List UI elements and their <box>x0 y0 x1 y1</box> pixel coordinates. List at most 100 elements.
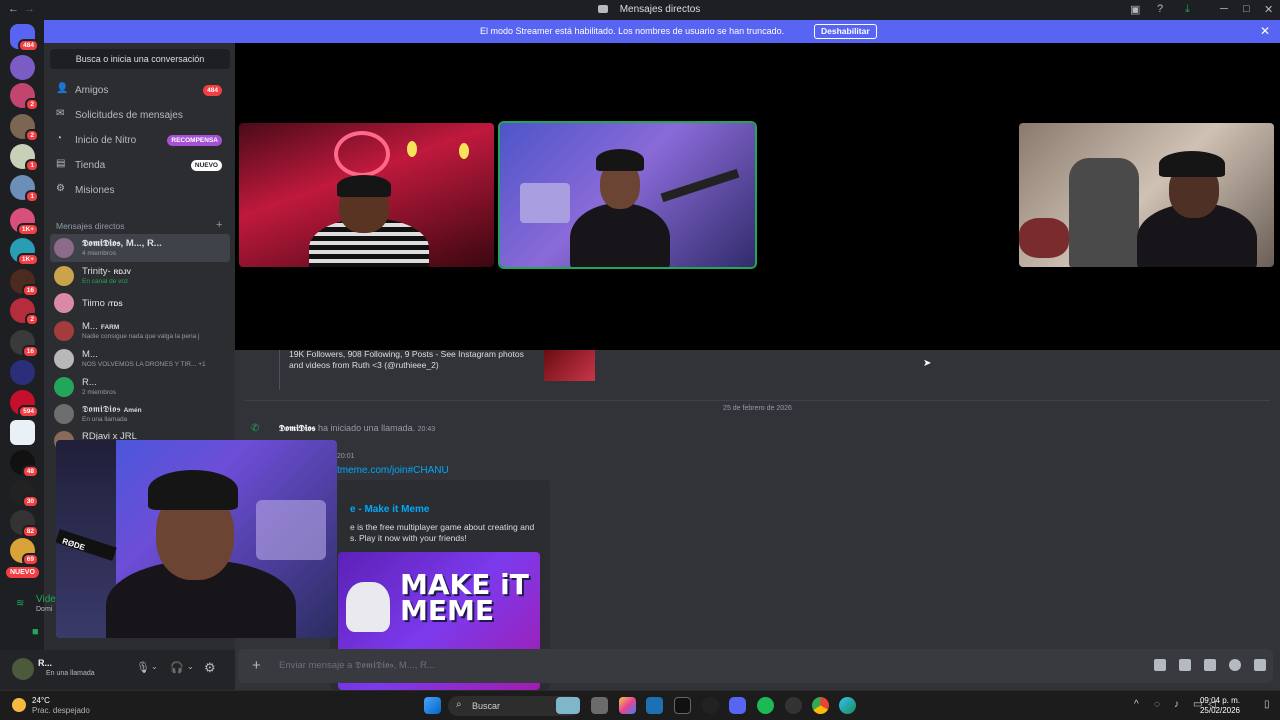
mouse-cursor: ➤ <box>923 358 932 369</box>
streamer-mode-banner: El modo Streamer está habilitado. Los no… <box>44 20 1280 43</box>
video-tile[interactable] <box>1019 123 1274 267</box>
dm-item[interactable]: R... 2 miembros <box>50 373 230 401</box>
server-icon[interactable]: 2 <box>10 298 39 326</box>
taskbar-app-icon[interactable] <box>556 697 580 714</box>
add-attachment-icon[interactable]: + <box>252 657 261 674</box>
server-icon[interactable] <box>10 360 35 385</box>
nav-quests[interactable]: ⚙ Misiones <box>52 180 228 202</box>
close-window-icon[interactable]: ✕ <box>1264 3 1273 16</box>
download-icon[interactable]: ⤓ <box>1185 3 1190 16</box>
server-icon[interactable]: 1K+ <box>10 208 39 236</box>
chevron-up-icon[interactable]: ^ <box>1134 699 1139 710</box>
server-icon[interactable]: 1 <box>10 175 39 203</box>
self-video-preview[interactable]: RØDE <box>56 440 337 638</box>
terminal-icon[interactable] <box>674 697 691 714</box>
server-icon[interactable]: 1K+ <box>10 238 39 266</box>
server-icon[interactable]: 30 <box>10 480 39 508</box>
quest-icon: ⚙ <box>56 183 65 194</box>
server-icon[interactable]: 16 <box>10 269 39 297</box>
tray-app-icon[interactable]: ◌ <box>1154 699 1160 710</box>
close-banner-icon[interactable]: ✕ <box>1260 24 1270 38</box>
spotify-icon[interactable] <box>757 697 774 714</box>
server-icon[interactable]: 1 <box>10 144 39 172</box>
chevron-down-icon[interactable]: ⌄ <box>151 662 158 671</box>
message-composer[interactable]: + Enviar mensaje a 𝕯𝖔𝖒𝖎𝕯𝖎𝖔𝖘, M..., R... <box>238 649 1273 683</box>
maximize-icon[interactable]: □ <box>1243 3 1250 15</box>
weather-widget[interactable]: 24°C Prac. despejado <box>32 696 90 716</box>
microphone-tray-icon[interactable]: ♪ <box>1174 699 1179 710</box>
server-icon[interactable]: 82 <box>10 510 39 538</box>
server-icon[interactable]: 69 <box>10 538 39 566</box>
nav-nitro[interactable]: ◔ Inicio de Nitro RECOMPENSA <box>52 130 228 152</box>
nav-message-requests[interactable]: ✉ Solicitudes de mensajes <box>52 105 228 127</box>
dm-item[interactable]: 𝕯𝖔𝖒𝖎𝕯𝖎𝖔𝖘, M..., R... 4 miembros <box>50 234 230 262</box>
discord-taskbar-icon[interactable] <box>729 697 746 714</box>
dm-item[interactable]: M... FARM Nadie consigue nada que valga l… <box>50 317 230 345</box>
microphone-arm <box>660 168 740 203</box>
create-dm-icon[interactable]: + <box>216 219 222 231</box>
edge-icon[interactable] <box>839 697 856 714</box>
start-button[interactable] <box>424 697 441 714</box>
server-icon[interactable]: 594 <box>10 390 39 418</box>
chrome-icon[interactable] <box>812 697 829 714</box>
taskbar-clock[interactable]: 09:04 p. m. 25/02/2026 <box>1200 696 1240 716</box>
dm-item[interactable]: Tiimo/TDS <box>50 289 230 317</box>
server-icon[interactable] <box>10 55 35 80</box>
chevron-down-icon[interactable]: ⌄ <box>187 662 194 671</box>
call-started-message: 𝕯𝖔𝖒𝖎𝕯𝖎𝖔𝖘 ha iniciado una llamada. 20:43 <box>279 423 436 433</box>
friends-icon: 👤 <box>56 83 69 94</box>
message-timestamp: 20:01 <box>337 453 355 460</box>
avatar <box>54 404 74 424</box>
notifications-icon[interactable]: ▯ <box>1264 699 1270 710</box>
dm-item[interactable]: M... NOS VOLVEMOS LA DRONES Y TIR... +1 <box>50 345 230 373</box>
video-tile[interactable] <box>239 123 494 267</box>
gaming-chair <box>1069 158 1139 267</box>
video-tile-speaking[interactable] <box>498 121 757 269</box>
window-title: Mensajes directos <box>619 4 701 15</box>
avatar <box>54 321 74 341</box>
copilot-icon[interactable] <box>619 697 636 714</box>
home-button[interactable]: 484 <box>10 24 39 52</box>
server-icon[interactable]: 48 <box>10 450 39 478</box>
disable-streamer-button[interactable]: Deshabilitar <box>814 24 877 39</box>
sticker-icon[interactable] <box>1204 659 1216 671</box>
help-icon[interactable]: ? <box>1157 3 1163 15</box>
server-icon[interactable]: 2 <box>10 114 39 142</box>
embed-thumbnail[interactable] <box>544 350 595 381</box>
phone-icon: ✆ <box>251 423 260 434</box>
nav-shop[interactable]: ▤ Tienda NUEVO <box>52 155 228 177</box>
app-icon[interactable] <box>785 697 802 714</box>
message-input[interactable]: Enviar mensaje a 𝕯𝖔𝖒𝖎𝕯𝖎𝖔𝖘, M..., R... <box>279 660 435 671</box>
server-icon[interactable]: 2 <box>10 83 39 111</box>
windows-taskbar: 24°C Prac. despejado ⌕ Buscar ^ ◌ ♪ ▭ ◁ … <box>0 690 1280 720</box>
nav-friends[interactable]: 👤 Amigos 484 <box>52 80 228 102</box>
message-link[interactable]: tmeme.com/join#CHANU <box>337 465 449 476</box>
user-panel: R... En una llamada 🎙 ⌄ 🎧 ⌄ ⚙ <box>0 650 235 690</box>
user-status: En una llamada <box>46 670 95 677</box>
minimize-icon[interactable]: ─ <box>1220 3 1228 15</box>
search-conversation-button[interactable]: Busca o inicia una conversación <box>50 49 230 69</box>
store-icon[interactable] <box>646 697 663 714</box>
username: R... <box>38 658 53 668</box>
settings-gear-icon[interactable]: ⚙ <box>204 660 216 676</box>
emoji-icon[interactable] <box>1229 659 1241 671</box>
task-view-icon[interactable] <box>591 697 608 714</box>
embed-title[interactable]: e - Make it Meme <box>350 504 429 515</box>
dm-item[interactable]: 𝕯𝖔𝖒𝖎𝕯𝖎𝖔𝖘 Amén En una llamada <box>50 400 230 428</box>
gift-icon[interactable] <box>1154 659 1166 671</box>
camera-icon[interactable]: ■ <box>32 626 39 638</box>
video-call-area <box>235 43 1280 350</box>
gif-icon[interactable] <box>1179 659 1191 671</box>
make-it-meme-logo: MAKE iT MEME <box>400 568 529 627</box>
microphone-icon[interactable]: 🎙 <box>136 661 150 674</box>
app-icon[interactable] <box>702 697 719 714</box>
server-icon[interactable] <box>10 420 35 445</box>
apps-icon[interactable] <box>1254 659 1266 671</box>
headphones-icon[interactable]: 🎧 <box>170 661 184 674</box>
server-icon[interactable]: 16 <box>10 330 39 358</box>
inbox-window-icon[interactable]: ▣ <box>1130 3 1140 16</box>
avatar[interactable] <box>12 658 34 680</box>
avatar <box>54 349 74 369</box>
new-servers-badge[interactable]: NUEVO <box>6 567 39 578</box>
dm-item[interactable]: Trinity- RDJV En canal de voz <box>50 262 230 290</box>
